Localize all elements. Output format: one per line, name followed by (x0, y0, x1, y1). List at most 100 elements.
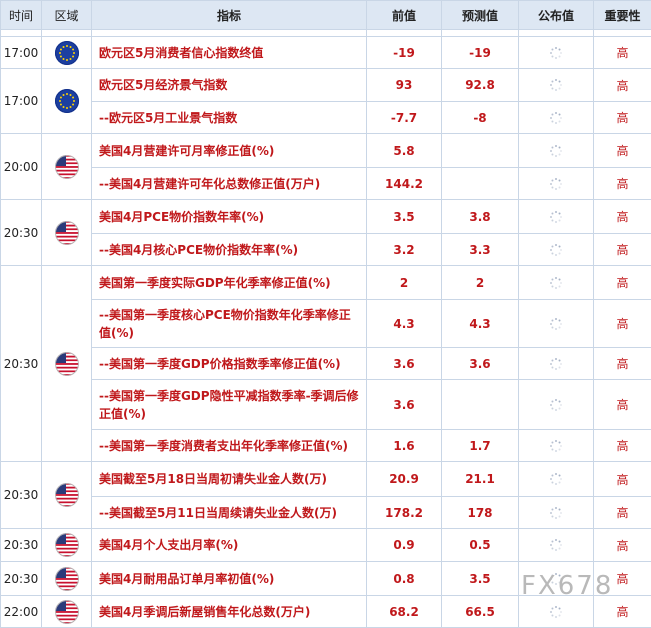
previous-value: -7.7 (367, 102, 442, 134)
actual-value (519, 348, 594, 380)
header-forecast[interactable]: 预测值 (442, 1, 519, 30)
eu-flag-icon (55, 41, 79, 65)
loading-spinner-icon (549, 176, 563, 190)
indicator-name[interactable]: --欧元区5月工业景气指数 (92, 102, 367, 134)
table-row: --美国第一季度GDP价格指数季率修正值(%)3.63.6高 (1, 348, 651, 380)
forecast-value: -19 (442, 37, 519, 69)
region-cell (42, 69, 92, 134)
loading-spinner-icon (549, 316, 563, 330)
header-previous[interactable]: 前值 (367, 1, 442, 30)
loading-spinner-icon (549, 275, 563, 289)
indicator-name[interactable]: 美国4月营建许可月率修正值(%) (92, 134, 367, 168)
indicator-name[interactable]: 欧元区5月消费者信心指数终值 (92, 37, 367, 69)
region-cell (42, 529, 92, 562)
importance-value: 高 (594, 102, 651, 134)
indicator-name[interactable]: 欧元区5月经济景气指数 (92, 69, 367, 102)
indicator-name[interactable]: 美国截至5月18日当周初请失业金人数(万) (92, 462, 367, 497)
indicator-name[interactable]: --美国第一季度核心PCE物价指数年化季率修正值(%) (92, 300, 367, 348)
table-row: 20:30 美国4月个人支出月率(%)0.90.5 高 (1, 529, 651, 562)
loading-spinner-icon (549, 143, 563, 157)
table-row: 20:30美国截至5月18日当周初请失业金人数(万)20.921.1高 (1, 462, 651, 497)
importance-value: 高 (594, 348, 651, 380)
importance-value: 高 (594, 266, 651, 300)
forecast-value: 4.3 (442, 300, 519, 348)
header-time[interactable]: 时间 (1, 1, 42, 30)
table-header-row: 时间 区域 指标 前值 预测值 公布值 重要性 (1, 1, 651, 30)
calendar-body: 17:00欧元区5月消费者信心指数终值-19-19高17:00欧元区5月经济景气… (1, 37, 651, 628)
us-flag-icon (55, 352, 79, 376)
loading-spinner-icon (549, 209, 563, 223)
actual-value (519, 462, 594, 497)
actual-value (519, 37, 594, 69)
forecast-value: 0.5 (442, 529, 519, 562)
previous-value: 93 (367, 69, 442, 102)
time-cell: 22:00 (1, 596, 42, 628)
table-row: --美国截至5月11日当周续请失业金人数(万)178.2178高 (1, 497, 651, 529)
loading-spinner-icon (549, 604, 563, 618)
table-row: --美国第一季度消费者支出年化季率修正值(%)1.61.7高 (1, 430, 651, 462)
table-row: --美国第一季度核心PCE物价指数年化季率修正值(%)4.34.3高 (1, 300, 651, 348)
previous-value: 20.9 (367, 462, 442, 497)
indicator-name[interactable]: --美国4月核心PCE物价指数年率(%) (92, 234, 367, 266)
time-cell: 17:00 (1, 69, 42, 134)
forecast-value: 178 (442, 497, 519, 529)
us-flag-icon (55, 567, 79, 591)
forecast-value: 1.7 (442, 430, 519, 462)
loading-spinner-icon (549, 538, 563, 552)
previous-value: 3.5 (367, 200, 442, 234)
time-cell: 20:30 (1, 462, 42, 529)
header-actual[interactable]: 公布值 (519, 1, 594, 30)
header-indicator[interactable]: 指标 (92, 1, 367, 30)
indicator-name[interactable]: 美国4月PCE物价指数年率(%) (92, 200, 367, 234)
actual-value (519, 134, 594, 168)
forecast-value: 3.6 (442, 348, 519, 380)
forecast-value: 92.8 (442, 69, 519, 102)
indicator-name[interactable]: --美国截至5月11日当周续请失业金人数(万) (92, 497, 367, 529)
forecast-value (442, 168, 519, 200)
eu-flag-icon (55, 89, 79, 113)
previous-value: 1.6 (367, 430, 442, 462)
table-row: 17:00欧元区5月消费者信心指数终值-19-19高 (1, 37, 651, 69)
actual-value (519, 102, 594, 134)
previous-value: 3.6 (367, 380, 442, 430)
table-row: --美国第一季度GDP隐性平减指数季率-季调后修正值(%)3.6 高 (1, 380, 651, 430)
header-region[interactable]: 区域 (42, 1, 92, 30)
forecast-value: 3.5 (442, 562, 519, 596)
table-row: --美国4月核心PCE物价指数年率(%)3.23.3高 (1, 234, 651, 266)
importance-value: 高 (594, 529, 651, 562)
importance-value: 高 (594, 497, 651, 529)
previous-value: 4.3 (367, 300, 442, 348)
table-row: --美国4月营建许可年化总数修正值(万户)144.2高 (1, 168, 651, 200)
forecast-value (442, 134, 519, 168)
indicator-name[interactable]: 美国4月个人支出月率(%) (92, 529, 367, 562)
time-cell: 20:30 (1, 529, 42, 562)
table-row: --欧元区5月工业景气指数-7.7-8高 (1, 102, 651, 134)
forecast-value: 21.1 (442, 462, 519, 497)
indicator-name[interactable]: 美国第一季度实际GDP年化季率修正值(%) (92, 266, 367, 300)
importance-value: 高 (594, 37, 651, 69)
loading-spinner-icon (549, 505, 563, 519)
watermark: FX678 (521, 571, 613, 601)
table-row: 20:30美国第一季度实际GDP年化季率修正值(%)22高 (1, 266, 651, 300)
indicator-name[interactable]: --美国4月营建许可年化总数修正值(万户) (92, 168, 367, 200)
indicator-name[interactable]: --美国第一季度GDP价格指数季率修正值(%) (92, 348, 367, 380)
header-importance[interactable]: 重要性 (594, 1, 651, 30)
us-flag-icon (55, 483, 79, 507)
forecast-value: 3.3 (442, 234, 519, 266)
loading-spinner-icon (549, 45, 563, 59)
indicator-name[interactable]: --美国第一季度消费者支出年化季率修正值(%) (92, 430, 367, 462)
loading-spinner-icon (549, 110, 563, 124)
indicator-name[interactable]: 美国4月季调后新屋销售年化总数(万户) (92, 596, 367, 628)
time-cell: 20:30 (1, 200, 42, 266)
region-cell (42, 562, 92, 596)
actual-value (519, 497, 594, 529)
indicator-name[interactable]: --美国第一季度GDP隐性平减指数季率-季调后修正值(%) (92, 380, 367, 430)
importance-value: 高 (594, 380, 651, 430)
actual-value (519, 430, 594, 462)
time-cell: 17:00 (1, 37, 42, 69)
indicator-name[interactable]: 美国4月耐用品订单月率初值(%) (92, 562, 367, 596)
forecast-value (442, 380, 519, 430)
importance-value: 高 (594, 168, 651, 200)
region-cell (42, 37, 92, 69)
previous-value: 0.9 (367, 529, 442, 562)
